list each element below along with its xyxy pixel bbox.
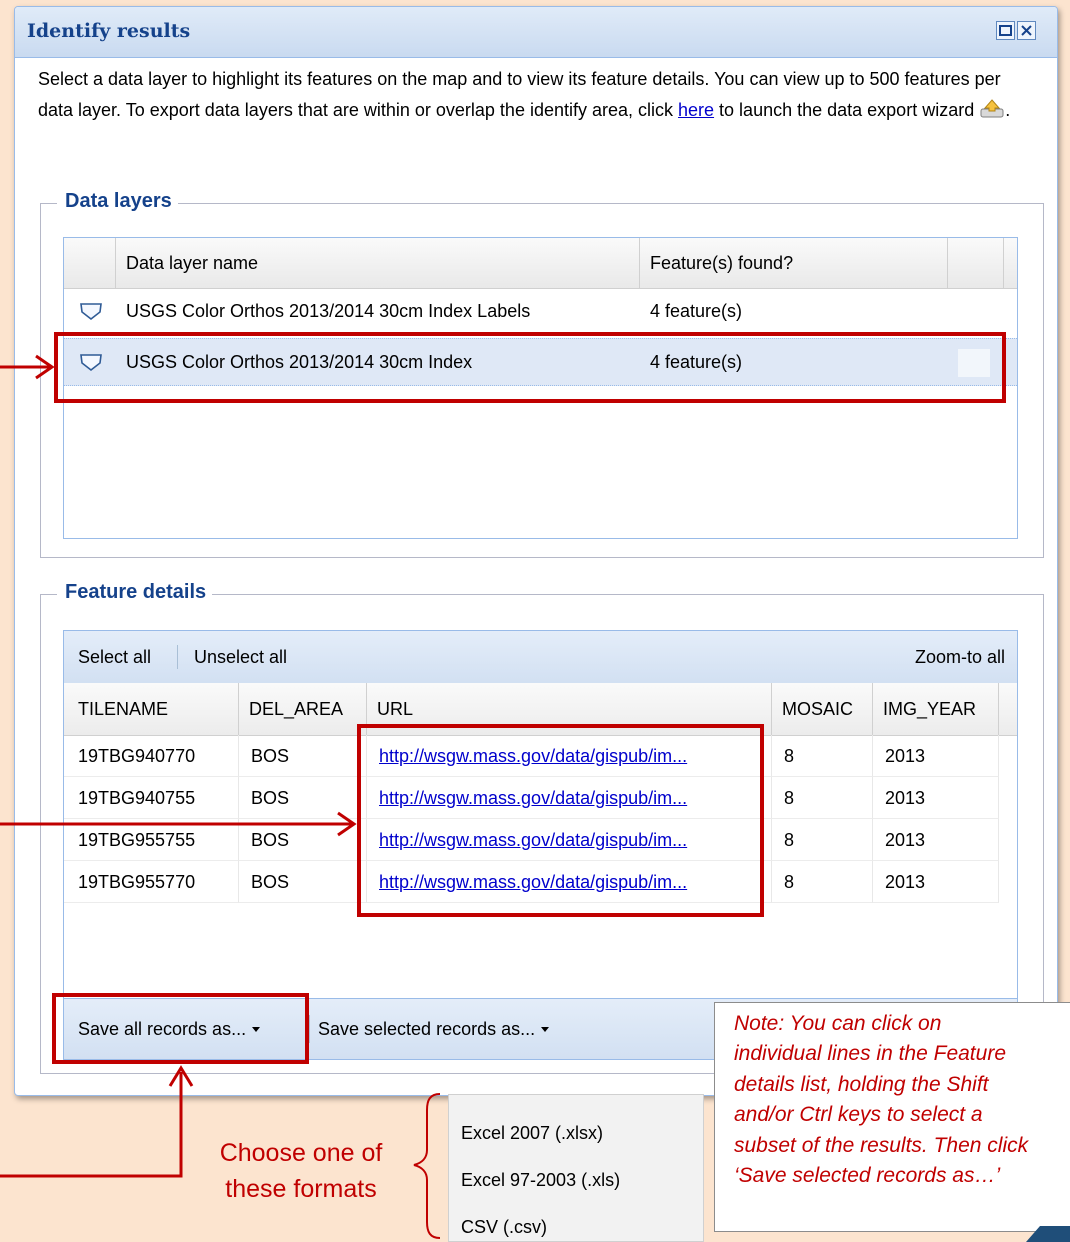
note-line: Note: You can click on	[734, 1012, 942, 1035]
selection-note: Note: You can click on individual lines …	[714, 1002, 1070, 1232]
note-line: ‘Save selected records as…’	[734, 1164, 1001, 1188]
slide-corner-icon	[1026, 1226, 1070, 1242]
choose-line-1: Choose one of	[219, 1139, 383, 1167]
note-line: individual lines in the Feature	[734, 1042, 1006, 1066]
choose-line-2: these formats	[225, 1175, 377, 1203]
menu-item-csv[interactable]: CSV (.csv)	[461, 1217, 547, 1238]
format-brace	[413, 1093, 441, 1239]
export-format-menu: Excel 2007 (.xlsx) Excel 97-2003 (.xls) …	[448, 1094, 704, 1242]
note-line: details list, holding the Shift	[734, 1072, 989, 1096]
arrow-to-save-all	[0, 1072, 183, 1178]
menu-item-xlsx[interactable]: Excel 2007 (.xlsx)	[461, 1123, 603, 1144]
menu-item-xls[interactable]: Excel 97-2003 (.xls)	[461, 1170, 620, 1191]
note-line: subset of the results. Then click	[734, 1133, 1029, 1157]
choose-format-callout: Choose one of these formats	[196, 1135, 406, 1207]
note-line: and/or Ctrl keys to select a	[734, 1103, 983, 1127]
